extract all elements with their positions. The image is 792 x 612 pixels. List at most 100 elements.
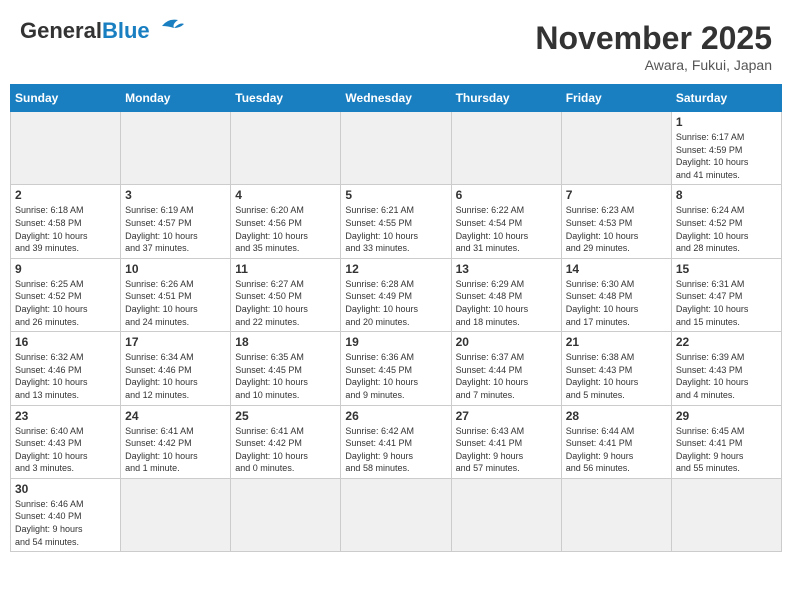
calendar-day-cell: 20 Sunrise: 6:37 AM Sunset: 4:44 PM Dayli… <box>451 332 561 405</box>
day-number: 10 <box>125 262 226 276</box>
day-number: 29 <box>676 409 777 423</box>
day-number: 12 <box>345 262 446 276</box>
day-number: 21 <box>566 335 667 349</box>
day-number: 17 <box>125 335 226 349</box>
day-info: Sunrise: 6:35 AM Sunset: 4:45 PM Dayligh… <box>235 351 336 401</box>
calendar-day-cell: 23 Sunrise: 6:40 AM Sunset: 4:43 PM Dayli… <box>11 405 121 478</box>
calendar-day-header: Saturday <box>671 85 781 112</box>
calendar-day-cell <box>231 112 341 185</box>
day-number: 19 <box>345 335 446 349</box>
calendar-day-header: Wednesday <box>341 85 451 112</box>
day-info: Sunrise: 6:17 AM Sunset: 4:59 PM Dayligh… <box>676 131 777 181</box>
day-info: Sunrise: 6:37 AM Sunset: 4:44 PM Dayligh… <box>456 351 557 401</box>
page-header: GeneralBlue November 2025 Awara, Fukui, … <box>10 10 782 78</box>
day-info: Sunrise: 6:32 AM Sunset: 4:46 PM Dayligh… <box>15 351 116 401</box>
day-info: Sunrise: 6:23 AM Sunset: 4:53 PM Dayligh… <box>566 204 667 254</box>
day-number: 13 <box>456 262 557 276</box>
day-number: 8 <box>676 188 777 202</box>
logo-text: GeneralBlue <box>20 20 150 42</box>
calendar-day-cell: 30Sunrise: 6:46 AM Sunset: 4:40 PM Dayli… <box>11 478 121 551</box>
calendar-day-cell: 5 Sunrise: 6:21 AM Sunset: 4:55 PM Daylig… <box>341 185 451 258</box>
calendar-day-cell <box>451 478 561 551</box>
day-info: Sunrise: 6:38 AM Sunset: 4:43 PM Dayligh… <box>566 351 667 401</box>
calendar-day-cell: 11 Sunrise: 6:27 AM Sunset: 4:50 PM Dayli… <box>231 258 341 331</box>
calendar-day-cell: 8 Sunrise: 6:24 AM Sunset: 4:52 PM Daylig… <box>671 185 781 258</box>
title-area: November 2025 Awara, Fukui, Japan <box>535 20 772 73</box>
calendar-day-header: Friday <box>561 85 671 112</box>
logo-bird-icon <box>152 16 184 38</box>
calendar-day-cell <box>671 478 781 551</box>
day-number: 25 <box>235 409 336 423</box>
calendar-week-row: 9 Sunrise: 6:25 AM Sunset: 4:52 PM Daylig… <box>11 258 782 331</box>
calendar-day-cell: 2 Sunrise: 6:18 AM Sunset: 4:58 PM Daylig… <box>11 185 121 258</box>
calendar-day-cell: 28Sunrise: 6:44 AM Sunset: 4:41 PM Dayli… <box>561 405 671 478</box>
day-number: 14 <box>566 262 667 276</box>
day-info: Sunrise: 6:20 AM Sunset: 4:56 PM Dayligh… <box>235 204 336 254</box>
day-number: 22 <box>676 335 777 349</box>
day-info: Sunrise: 6:30 AM Sunset: 4:48 PM Dayligh… <box>566 278 667 328</box>
day-number: 15 <box>676 262 777 276</box>
calendar-day-cell <box>561 478 671 551</box>
calendar-day-header: Sunday <box>11 85 121 112</box>
day-info: Sunrise: 6:43 AM Sunset: 4:41 PM Dayligh… <box>456 425 557 475</box>
day-info: Sunrise: 6:21 AM Sunset: 4:55 PM Dayligh… <box>345 204 446 254</box>
calendar-day-cell <box>231 478 341 551</box>
calendar-day-cell: 16 Sunrise: 6:32 AM Sunset: 4:46 PM Dayli… <box>11 332 121 405</box>
calendar-day-cell: 18 Sunrise: 6:35 AM Sunset: 4:45 PM Dayli… <box>231 332 341 405</box>
day-number: 16 <box>15 335 116 349</box>
calendar-day-cell: 27Sunrise: 6:43 AM Sunset: 4:41 PM Dayli… <box>451 405 561 478</box>
calendar-day-cell: 15Sunrise: 6:31 AM Sunset: 4:47 PM Dayli… <box>671 258 781 331</box>
calendar-day-cell: 24 Sunrise: 6:41 AM Sunset: 4:42 PM Dayli… <box>121 405 231 478</box>
calendar-week-row: 30Sunrise: 6:46 AM Sunset: 4:40 PM Dayli… <box>11 478 782 551</box>
calendar-day-cell <box>341 112 451 185</box>
day-info: Sunrise: 6:45 AM Sunset: 4:41 PM Dayligh… <box>676 425 777 475</box>
calendar-day-cell: 14 Sunrise: 6:30 AM Sunset: 4:48 PM Dayli… <box>561 258 671 331</box>
day-info: Sunrise: 6:36 AM Sunset: 4:45 PM Dayligh… <box>345 351 446 401</box>
day-info: Sunrise: 6:19 AM Sunset: 4:57 PM Dayligh… <box>125 204 226 254</box>
calendar-day-cell: 22Sunrise: 6:39 AM Sunset: 4:43 PM Dayli… <box>671 332 781 405</box>
day-number: 11 <box>235 262 336 276</box>
day-number: 23 <box>15 409 116 423</box>
day-number: 7 <box>566 188 667 202</box>
day-info: Sunrise: 6:28 AM Sunset: 4:49 PM Dayligh… <box>345 278 446 328</box>
month-title: November 2025 <box>535 20 772 57</box>
day-number: 3 <box>125 188 226 202</box>
calendar-week-row: 16 Sunrise: 6:32 AM Sunset: 4:46 PM Dayli… <box>11 332 782 405</box>
calendar-day-header: Tuesday <box>231 85 341 112</box>
calendar-day-cell: 21 Sunrise: 6:38 AM Sunset: 4:43 PM Dayli… <box>561 332 671 405</box>
day-info: Sunrise: 6:24 AM Sunset: 4:52 PM Dayligh… <box>676 204 777 254</box>
calendar-week-row: 1 Sunrise: 6:17 AM Sunset: 4:59 PM Daylig… <box>11 112 782 185</box>
calendar-day-cell: 25Sunrise: 6:41 AM Sunset: 4:42 PM Dayli… <box>231 405 341 478</box>
calendar-day-cell: 13Sunrise: 6:29 AM Sunset: 4:48 PM Dayli… <box>451 258 561 331</box>
day-number: 20 <box>456 335 557 349</box>
calendar-day-cell: 4Sunrise: 6:20 AM Sunset: 4:56 PM Daylig… <box>231 185 341 258</box>
day-info: Sunrise: 6:26 AM Sunset: 4:51 PM Dayligh… <box>125 278 226 328</box>
day-info: Sunrise: 6:41 AM Sunset: 4:42 PM Dayligh… <box>125 425 226 475</box>
day-number: 24 <box>125 409 226 423</box>
day-number: 1 <box>676 115 777 129</box>
calendar-day-cell: 3 Sunrise: 6:19 AM Sunset: 4:57 PM Daylig… <box>121 185 231 258</box>
calendar-day-cell: 6Sunrise: 6:22 AM Sunset: 4:54 PM Daylig… <box>451 185 561 258</box>
day-info: Sunrise: 6:25 AM Sunset: 4:52 PM Dayligh… <box>15 278 116 328</box>
day-number: 18 <box>235 335 336 349</box>
calendar-day-cell <box>451 112 561 185</box>
calendar-day-cell: 17 Sunrise: 6:34 AM Sunset: 4:46 PM Dayli… <box>121 332 231 405</box>
calendar-day-cell: 7 Sunrise: 6:23 AM Sunset: 4:53 PM Daylig… <box>561 185 671 258</box>
calendar-day-cell: 10 Sunrise: 6:26 AM Sunset: 4:51 PM Dayli… <box>121 258 231 331</box>
logo: GeneralBlue <box>20 20 184 42</box>
day-number: 26 <box>345 409 446 423</box>
day-number: 9 <box>15 262 116 276</box>
day-number: 30 <box>15 482 116 496</box>
calendar-day-cell: 1 Sunrise: 6:17 AM Sunset: 4:59 PM Daylig… <box>671 112 781 185</box>
day-info: Sunrise: 6:18 AM Sunset: 4:58 PM Dayligh… <box>15 204 116 254</box>
calendar-day-cell <box>121 478 231 551</box>
day-number: 2 <box>15 188 116 202</box>
day-info: Sunrise: 6:27 AM Sunset: 4:50 PM Dayligh… <box>235 278 336 328</box>
day-info: Sunrise: 6:42 AM Sunset: 4:41 PM Dayligh… <box>345 425 446 475</box>
day-number: 5 <box>345 188 446 202</box>
calendar-day-header: Monday <box>121 85 231 112</box>
day-info: Sunrise: 6:34 AM Sunset: 4:46 PM Dayligh… <box>125 351 226 401</box>
calendar-day-header: Thursday <box>451 85 561 112</box>
calendar-day-cell <box>11 112 121 185</box>
day-info: Sunrise: 6:40 AM Sunset: 4:43 PM Dayligh… <box>15 425 116 475</box>
